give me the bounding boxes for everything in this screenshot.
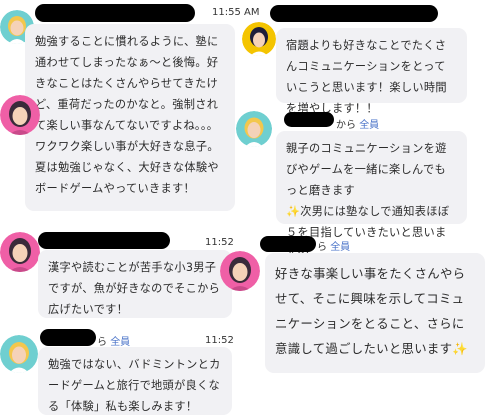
message-time: 11:52 [205,237,234,248]
from-suffix: ら [317,242,327,253]
redacted-sender-name [35,4,195,22]
message-meta: から 全員 [336,116,379,131]
blonde-woman-avatar [0,335,38,373]
message-bubble: 宿題よりも好きなことでたくさんコミュニケーションをとっていこうと思います！楽しい… [276,28,467,115]
redacted-sender-name [40,329,96,346]
pink-haired-woman-avatar [220,251,260,291]
message-bubble: 好きな事楽しい事をたくさんやらせて、そこに興味を示してコミュニケーションをとるこ… [265,253,485,373]
pink-haired-woman-avatar [0,95,40,135]
message-meta: ら 全員 [97,333,130,348]
message-text: 次男には塾なしで通知表ほぼ５を目指していきたいと思います～ [286,205,450,260]
pink-haired-woman-avatar [0,232,40,272]
message-bubble: 勉強ではない、バドミントンとカードゲームと旅行で地頭が良くなる「体験」私も楽しみ… [38,347,232,415]
dark-haired-woman-avatar [242,22,276,56]
blonde-woman-avatar [236,111,272,147]
sparkle-icon: ✨ [452,341,469,356]
message-text: 好きな事楽しい事をたくさんやらせて、そこに興味を示してコミュニケーションをとるこ… [275,266,466,356]
redacted-sender-name [38,232,170,249]
message-meta: ら 全員 [317,238,350,253]
message-text: 親子のコミュニケーションを遊びやゲームを一緒に楽しんでもっと磨きます [286,142,447,197]
message-bubble: 勉強することに慣れるように、塾に通わせてしまったなぁ～と後悔。好きなことはたくさ… [25,24,235,211]
message-time: 11:52 [205,335,234,346]
to-all-link[interactable]: 全員 [359,120,379,131]
message-time: 11:55 AM [212,7,260,18]
sparkle-icon: ✨ [286,205,301,218]
message-bubble: 親子のコミュニケーションを遊びやゲームを一緒に楽しんでもっと磨きます ✨次男には塾… [276,131,467,260]
message-bubble: 漢字や読むことが苦手な小3男子ですが、魚が好きなのでそこから広げたいです！ [38,250,232,318]
to-all-link[interactable]: 全員 [330,242,350,253]
from-suffix: から [336,120,356,131]
redacted-sender-name [270,5,438,22]
redacted-sender-name [284,112,334,127]
redacted-sender-name [260,236,316,252]
